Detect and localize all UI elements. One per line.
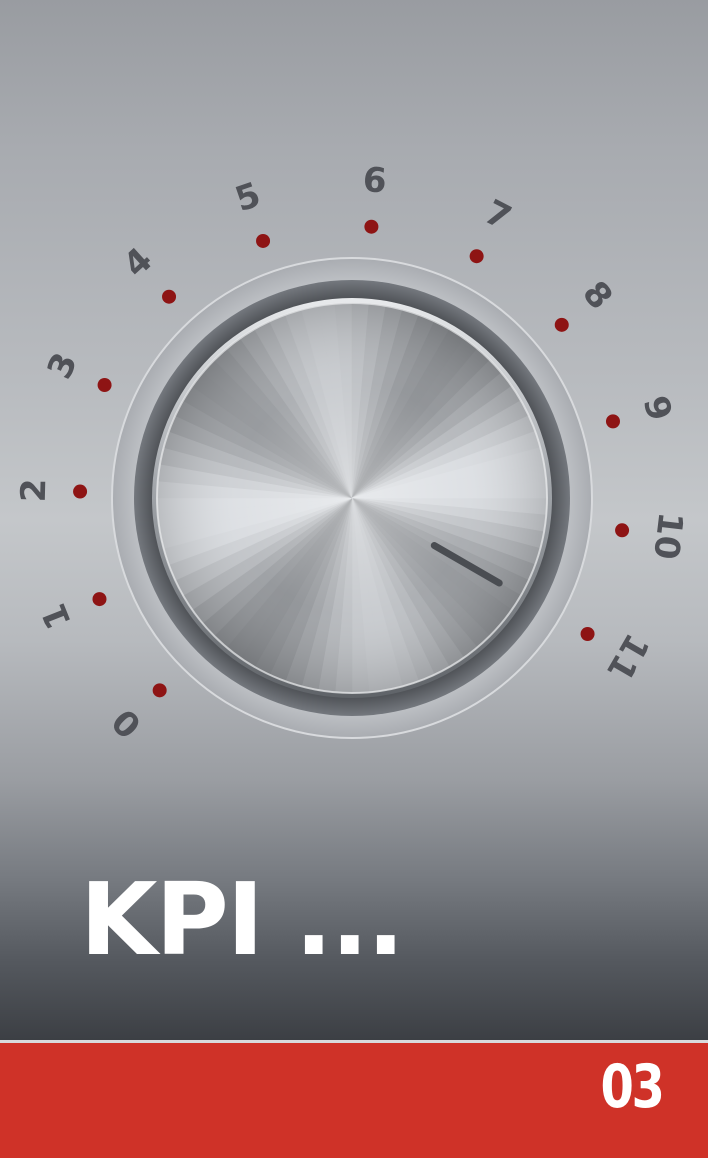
dial-label-10: 10 (645, 510, 690, 562)
dial-dot-3 (97, 378, 112, 393)
dial-dot-7 (469, 249, 484, 264)
dial-dot-4 (162, 289, 177, 304)
dial-label-11: 11 (598, 627, 656, 688)
dial-label-9: 9 (635, 391, 680, 425)
dial-label-2: 2 (14, 478, 55, 503)
dial-dot-6 (364, 219, 379, 234)
dial-label-3: 3 (40, 347, 86, 385)
dial-label-8: 8 (574, 274, 620, 318)
dial-label-5: 5 (230, 175, 265, 221)
footer-bar: 03 (0, 1043, 708, 1158)
dial-label-1: 1 (34, 598, 80, 635)
dial-dot-2 (73, 484, 88, 499)
dial-dot-11 (580, 627, 595, 641)
dial-dot-10 (615, 523, 630, 538)
dial-dot-8 (554, 317, 569, 332)
dial-label-6: 6 (361, 160, 387, 202)
dial-label-7: 7 (478, 192, 517, 238)
dial-dot-0 (152, 683, 167, 698)
dial-dot-1 (92, 592, 107, 607)
dial-dot-9 (605, 414, 620, 429)
dial-dot-5 (256, 233, 271, 248)
page-title: KPI ... (80, 861, 405, 978)
page-number: 03 (600, 1052, 664, 1122)
dial-label-0: 0 (105, 700, 150, 745)
knob-face[interactable] (156, 302, 548, 694)
dial-label-4: 4 (116, 240, 160, 286)
